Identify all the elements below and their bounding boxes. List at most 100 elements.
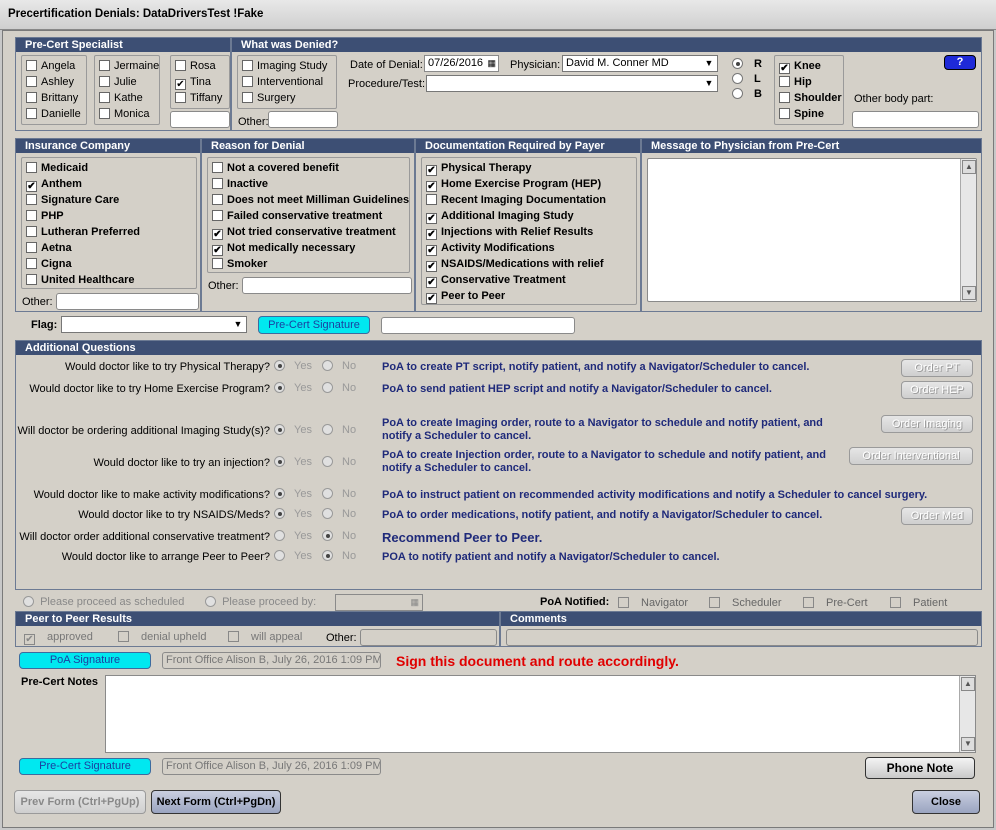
radio-icon[interactable] xyxy=(274,360,285,371)
radio-icon[interactable] xyxy=(322,508,333,519)
question-5-yes-radio[interactable]: Yes xyxy=(274,488,312,500)
checkbox-icon[interactable] xyxy=(779,92,790,103)
specialist-ashley[interactable]: Ashley xyxy=(26,74,74,90)
radio-icon[interactable] xyxy=(732,58,743,69)
body-part-hip[interactable]: Hip xyxy=(779,74,812,90)
checkbox-icon[interactable]: ✔ xyxy=(426,277,437,288)
insurance-anthem[interactable]: ✔ Anthem xyxy=(26,176,82,192)
question-1-no-radio[interactable]: No xyxy=(322,360,356,372)
physician-select[interactable]: David M. Conner MD ▼ xyxy=(562,55,718,72)
checkbox-icon[interactable] xyxy=(890,597,901,608)
side-radio-b[interactable]: B xyxy=(732,86,762,102)
insurance-medicaid[interactable]: Medicaid xyxy=(26,160,88,176)
checkbox-icon[interactable]: ✔ xyxy=(426,181,437,192)
proceed-scheduled-radio[interactable]: Please proceed as scheduled xyxy=(23,596,184,608)
denied-type-surgery[interactable]: Surgery xyxy=(242,90,296,106)
radio-icon[interactable] xyxy=(322,530,333,541)
insurance-signature-care[interactable]: Signature Care xyxy=(26,192,119,208)
specialist-monica[interactable]: Monica xyxy=(99,106,149,122)
precert-signature-button[interactable]: Pre-Cert Signature xyxy=(19,758,151,775)
checkbox-icon[interactable] xyxy=(242,92,253,103)
checkbox-icon[interactable] xyxy=(212,178,223,189)
checkbox-icon[interactable] xyxy=(99,76,110,87)
peer-denial-upheld[interactable]: denial upheld xyxy=(118,629,206,645)
radio-icon[interactable] xyxy=(322,424,333,435)
message-textarea[interactable]: ▲ ▼ xyxy=(647,158,977,302)
checkbox-icon[interactable] xyxy=(212,194,223,205)
radio-icon[interactable] xyxy=(322,488,333,499)
proceed-by-radio-icon[interactable] xyxy=(205,596,216,607)
specialist-angela[interactable]: Angela xyxy=(26,58,75,74)
checkbox-icon[interactable]: ✔ xyxy=(175,79,186,90)
checkbox-icon[interactable]: ✔ xyxy=(426,229,437,240)
checkbox-icon[interactable] xyxy=(26,194,37,205)
side-radio-l[interactable]: L xyxy=(732,71,761,87)
denied-type-interventional[interactable]: Interventional xyxy=(242,74,323,90)
reason-not-medically-necessary[interactable]: ✔ Not medically necessary xyxy=(212,240,355,256)
proceed-date-field[interactable]: ▦ xyxy=(335,594,423,611)
question-8-yes-radio[interactable]: Yes xyxy=(274,550,312,562)
doc-additional-imaging-study[interactable]: ✔ Additional Imaging Study xyxy=(426,208,574,224)
checkbox-icon[interactable] xyxy=(709,597,720,608)
checkbox-icon[interactable] xyxy=(26,92,37,103)
order-interventional-button[interactable]: Order Interventional xyxy=(849,447,973,465)
doc-conservative-treatment[interactable]: ✔ Conservative Treatment xyxy=(426,272,566,288)
order-med-button[interactable]: Order Med xyxy=(901,507,973,525)
question-7-no-radio[interactable]: No xyxy=(322,530,356,542)
question-4-no-radio[interactable]: No xyxy=(322,456,356,468)
checkbox-icon[interactable] xyxy=(26,242,37,253)
reason-smoker[interactable]: Smoker xyxy=(212,256,267,272)
question-2-no-radio[interactable]: No xyxy=(322,382,356,394)
specialist-brittany[interactable]: Brittany xyxy=(26,90,78,106)
peer-will-appeal[interactable]: will appeal xyxy=(228,629,302,645)
checkbox-icon[interactable] xyxy=(212,258,223,269)
peer-approved[interactable]: ✔ approved xyxy=(24,629,93,645)
flag-select[interactable]: ▼ xyxy=(61,316,247,333)
specialist-tiffany[interactable]: Tiffany xyxy=(175,90,222,106)
radio-icon[interactable] xyxy=(322,382,333,393)
scroll-up-icon[interactable]: ▲ xyxy=(961,677,975,691)
order-imaging-button[interactable]: Order Imaging xyxy=(881,415,973,433)
phone-note-button[interactable]: Phone Note xyxy=(865,757,975,779)
checkbox-icon[interactable]: ✔ xyxy=(212,229,223,240)
scroll-down-icon[interactable]: ▼ xyxy=(961,737,975,751)
checkbox-icon[interactable]: ✔ xyxy=(426,245,437,256)
checkbox-icon[interactable] xyxy=(779,76,790,87)
radio-icon[interactable] xyxy=(322,550,333,561)
procedure-select[interactable]: ▼ xyxy=(426,75,718,92)
radio-icon[interactable] xyxy=(274,508,285,519)
help-button[interactable]: ? xyxy=(944,55,976,70)
checkbox-icon[interactable]: ✔ xyxy=(26,181,37,192)
insurance-lutheran-preferred[interactable]: Lutheran Preferred xyxy=(26,224,140,240)
checkbox-icon[interactable]: ✔ xyxy=(426,213,437,224)
checkbox-icon[interactable]: ✔ xyxy=(24,634,35,645)
question-1-yes-radio[interactable]: Yes xyxy=(274,360,312,372)
checkbox-icon[interactable] xyxy=(26,162,37,173)
specialist-other-field[interactable] xyxy=(170,111,230,128)
checkbox-icon[interactable] xyxy=(242,76,253,87)
insurance-other-field[interactable] xyxy=(56,293,199,310)
checkbox-icon[interactable] xyxy=(26,108,37,119)
checkbox-icon[interactable] xyxy=(426,194,437,205)
body-part-knee[interactable]: ✔ Knee xyxy=(779,58,821,74)
radio-icon[interactable] xyxy=(274,488,285,499)
radio-icon[interactable] xyxy=(274,530,285,541)
checkbox-icon[interactable] xyxy=(99,92,110,103)
radio-icon[interactable] xyxy=(732,88,743,99)
scroll-down-icon[interactable]: ▼ xyxy=(962,286,976,300)
checkbox-icon[interactable] xyxy=(26,258,37,269)
question-6-no-radio[interactable]: No xyxy=(322,508,356,520)
specialist-tina[interactable]: ✔ Tina xyxy=(175,74,211,90)
notified-scheduler[interactable]: Scheduler xyxy=(709,595,782,611)
calendar-icon[interactable]: ▦ xyxy=(487,56,496,71)
reason-not-a-covered-benefit[interactable]: Not a covered benefit xyxy=(212,160,339,176)
checkbox-icon[interactable] xyxy=(212,210,223,221)
checkbox-icon[interactable] xyxy=(118,631,129,642)
poa-signature-button[interactable]: PoA Signature xyxy=(19,652,151,669)
question-3-no-radio[interactable]: No xyxy=(322,424,356,436)
question-7-yes-radio[interactable]: Yes xyxy=(274,530,312,542)
order-hep-button[interactable]: Order HEP xyxy=(901,381,973,399)
denied-type-imaging-study[interactable]: Imaging Study xyxy=(242,58,327,74)
insurance-php[interactable]: PHP xyxy=(26,208,64,224)
radio-icon[interactable] xyxy=(274,382,285,393)
